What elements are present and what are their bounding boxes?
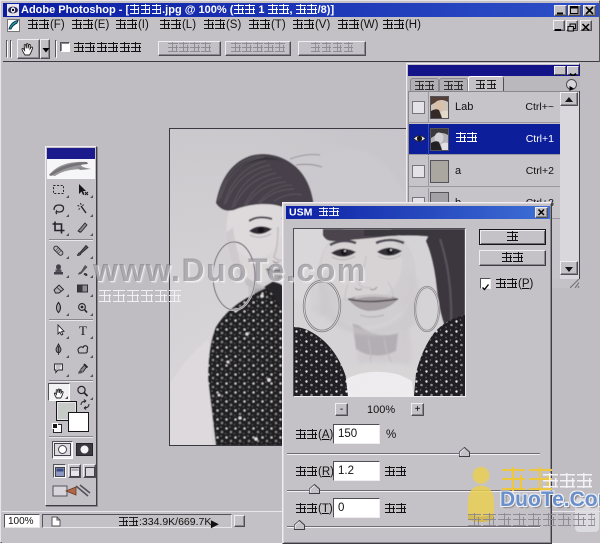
svg-text:T: T <box>79 323 87 338</box>
